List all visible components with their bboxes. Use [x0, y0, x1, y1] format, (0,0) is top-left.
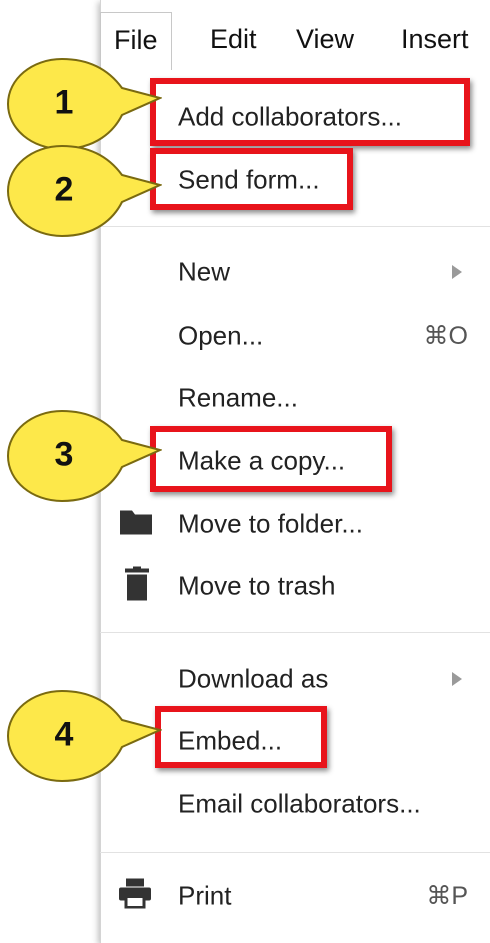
folder-icon [118, 507, 154, 542]
menu-item-label: Open... [178, 320, 264, 351]
callout-marker: 3 [2, 405, 162, 505]
menu-item-open[interactable]: Open... ⌘O [100, 309, 490, 363]
callout-number: 3 [54, 435, 74, 474]
shortcut-label: ⌘P [426, 882, 468, 910]
callout-number: 1 [54, 83, 74, 122]
menu-item-move-to-folder[interactable]: Move to folder... [100, 497, 490, 551]
callout-number: 4 [54, 715, 74, 754]
menu-item-new[interactable]: New [100, 245, 490, 299]
menu-item-email-collaborators[interactable]: Email collaborators... [100, 777, 490, 831]
submenu-arrow-icon [452, 672, 462, 686]
menu-item-label: Move to folder... [178, 508, 363, 539]
menu-item-label: New [178, 256, 231, 287]
tab-insert[interactable]: Insert [401, 24, 469, 55]
menu-item-label: Rename... [178, 382, 298, 413]
menu-item-move-to-trash[interactable]: Move to trash [100, 559, 490, 613]
menu-separator [100, 852, 490, 853]
menu-item-label: Make a copy... [178, 445, 346, 476]
menu-item-label: Print [178, 880, 232, 911]
menu-item-label: Embed... [178, 725, 283, 756]
printer-icon [118, 878, 152, 914]
menu-item-label: Send form... [178, 164, 320, 195]
tab-view[interactable]: View [296, 24, 354, 55]
callout-number: 2 [54, 170, 74, 209]
menu-separator [100, 632, 490, 633]
tab-edit[interactable]: Edit [210, 24, 257, 55]
callout-marker: 4 [2, 685, 162, 785]
menu-item-label: Email collaborators... [178, 788, 421, 819]
menu-item-print[interactable]: Print ⌘P [100, 869, 490, 923]
trash-icon [124, 566, 150, 606]
callout-marker: 1 [2, 53, 162, 153]
menu-item-label: Download as [178, 663, 329, 694]
shortcut-label: ⌘O [423, 322, 468, 350]
menu-item-label: Move to trash [178, 570, 336, 601]
callout-marker: 2 [2, 140, 162, 240]
menu-item-label: Add collaborators... [178, 101, 403, 132]
submenu-arrow-icon [452, 265, 462, 279]
